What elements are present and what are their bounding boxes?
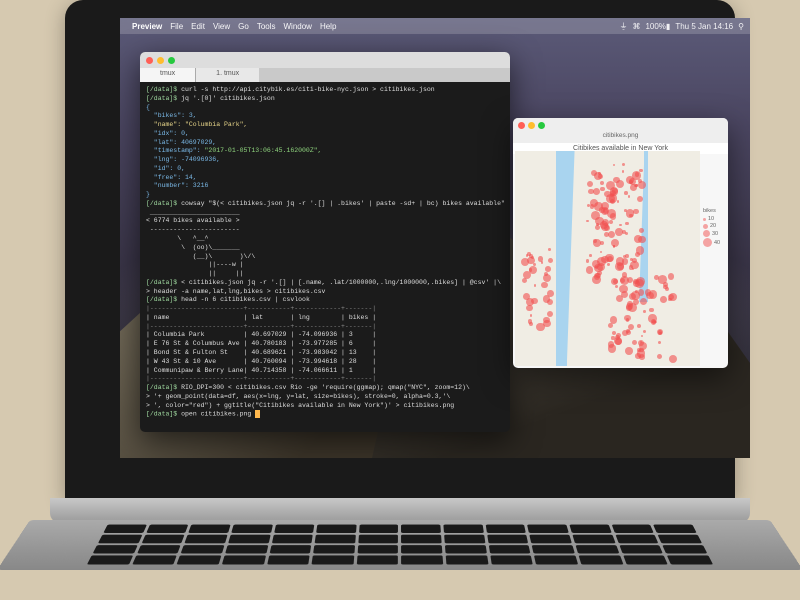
bike-station-dot — [536, 323, 545, 332]
bike-station-dot — [622, 170, 624, 172]
minimize-icon[interactable] — [528, 122, 535, 129]
laptop: Preview File Edit View Go Tools Window H… — [30, 0, 770, 600]
menu-help[interactable]: Help — [320, 22, 336, 31]
terminal-titlebar[interactable] — [140, 52, 510, 68]
bike-station-dot — [526, 305, 532, 311]
macos-menubar[interactable]: Preview File Edit View Go Tools Window H… — [120, 18, 750, 34]
bike-station-dot — [527, 257, 535, 265]
bike-station-dot — [649, 290, 657, 298]
menubar-app-name[interactable]: Preview — [132, 22, 162, 31]
bike-station-dot — [605, 254, 613, 262]
bike-station-dot — [613, 164, 615, 166]
menu-view[interactable]: View — [213, 22, 230, 31]
bike-station-dot — [638, 179, 642, 183]
bike-station-dot — [534, 284, 536, 286]
bike-station-dot — [608, 341, 615, 348]
bike-station-dot — [624, 191, 628, 195]
bike-station-dot — [595, 225, 600, 230]
bike-station-dot — [634, 235, 642, 243]
macos-desktop[interactable]: Preview File Edit View Go Tools Window H… — [120, 18, 750, 458]
preview-filename: citibikes.png — [513, 132, 728, 143]
bike-station-dot — [543, 317, 550, 324]
spotlight-icon[interactable]: ⚲ — [738, 22, 744, 31]
bike-station-dot — [669, 355, 677, 363]
preview-window[interactable]: citibikes.png Citibikes available in New… — [513, 118, 728, 368]
bike-station-dot — [627, 301, 633, 307]
bike-station-dot — [541, 282, 547, 288]
bike-station-dot — [635, 172, 639, 176]
bike-station-dot — [608, 323, 613, 328]
close-icon[interactable] — [146, 57, 153, 64]
preview-titlebar[interactable] — [513, 118, 728, 132]
bike-station-dot — [640, 298, 647, 305]
menubar-clock[interactable]: Thu 5 Jan 14:16 — [675, 22, 733, 31]
bike-station-dot — [615, 335, 620, 340]
bike-station-dot — [586, 220, 588, 222]
bike-station-dot — [593, 188, 600, 195]
bike-station-dot — [629, 178, 636, 185]
bike-station-dot — [523, 293, 530, 300]
bike-station-dot — [531, 298, 538, 305]
bike-station-dot — [600, 181, 604, 185]
bike-station-dot — [643, 310, 646, 313]
menu-tools[interactable]: Tools — [257, 22, 276, 31]
menu-file[interactable]: File — [170, 22, 183, 31]
bike-station-dot — [589, 254, 592, 257]
zoom-icon[interactable] — [168, 57, 175, 64]
terminal-output[interactable]: [/data]$ curl -s http://api.citybik.es/c… — [140, 82, 510, 432]
bike-station-dot — [624, 315, 630, 321]
bike-station-dot — [668, 273, 674, 279]
bike-station-dot — [629, 214, 632, 217]
terminal-tab[interactable]: 1. tmux — [196, 68, 259, 82]
menu-window[interactable]: Window — [284, 22, 312, 31]
bike-station-dot — [586, 266, 593, 273]
zoom-icon[interactable] — [538, 122, 545, 129]
close-icon[interactable] — [518, 122, 525, 129]
bike-station-dot — [641, 335, 643, 337]
bike-station-dot — [538, 256, 543, 261]
bike-station-dot — [617, 200, 619, 202]
bike-station-dot — [600, 251, 602, 253]
bike-station-dot — [625, 347, 633, 355]
bike-station-dot — [622, 258, 628, 264]
wifi-icon[interactable]: ⏚ — [619, 21, 627, 32]
photo-of-laptop: Preview File Edit View Go Tools Window H… — [0, 0, 800, 600]
bike-station-dot — [619, 224, 621, 226]
terminal-tabbar[interactable]: tmux 1. tmux — [140, 68, 510, 82]
bike-station-dot — [592, 275, 601, 284]
citibike-map — [515, 151, 700, 366]
bike-station-dot — [630, 258, 633, 261]
screen-bezel: Preview File Edit View Go Tools Window H… — [65, 0, 735, 500]
bike-station-dot — [586, 259, 590, 263]
bike-station-dot — [639, 228, 644, 233]
bike-station-dot — [544, 272, 548, 276]
menu-go[interactable]: Go — [238, 22, 249, 31]
terminal-tab[interactable]: tmux — [140, 68, 196, 82]
bike-station-dot — [636, 246, 644, 254]
bike-station-dot — [625, 222, 628, 225]
terminal-window[interactable]: tmux 1. tmux [/data]$ curl -s http://api… — [140, 52, 510, 432]
bike-station-dot — [548, 248, 551, 251]
minimize-icon[interactable] — [157, 57, 164, 64]
battery-icon[interactable]: 100%▮ — [645, 22, 670, 31]
bike-station-dot — [613, 245, 615, 247]
bike-station-dot — [638, 289, 645, 296]
bike-station-dot — [635, 353, 641, 359]
bike-station-dot — [628, 195, 630, 197]
menu-edit[interactable]: Edit — [191, 22, 205, 31]
bike-station-dot — [591, 170, 597, 176]
bike-station-dot — [595, 217, 603, 225]
bike-station-dot — [545, 266, 551, 272]
bike-station-dot — [635, 279, 643, 287]
laptop-keyboard — [0, 520, 800, 570]
terminal-cursor — [255, 410, 260, 418]
bike-station-dot — [659, 332, 661, 334]
bike-station-dot — [648, 314, 657, 323]
bluetooth-icon[interactable]: ⌘ — [632, 22, 640, 31]
legend-title: bikes — [703, 208, 725, 214]
bike-station-dot — [548, 258, 553, 263]
map-legend: bikes 10 20 30 40 — [703, 208, 725, 248]
